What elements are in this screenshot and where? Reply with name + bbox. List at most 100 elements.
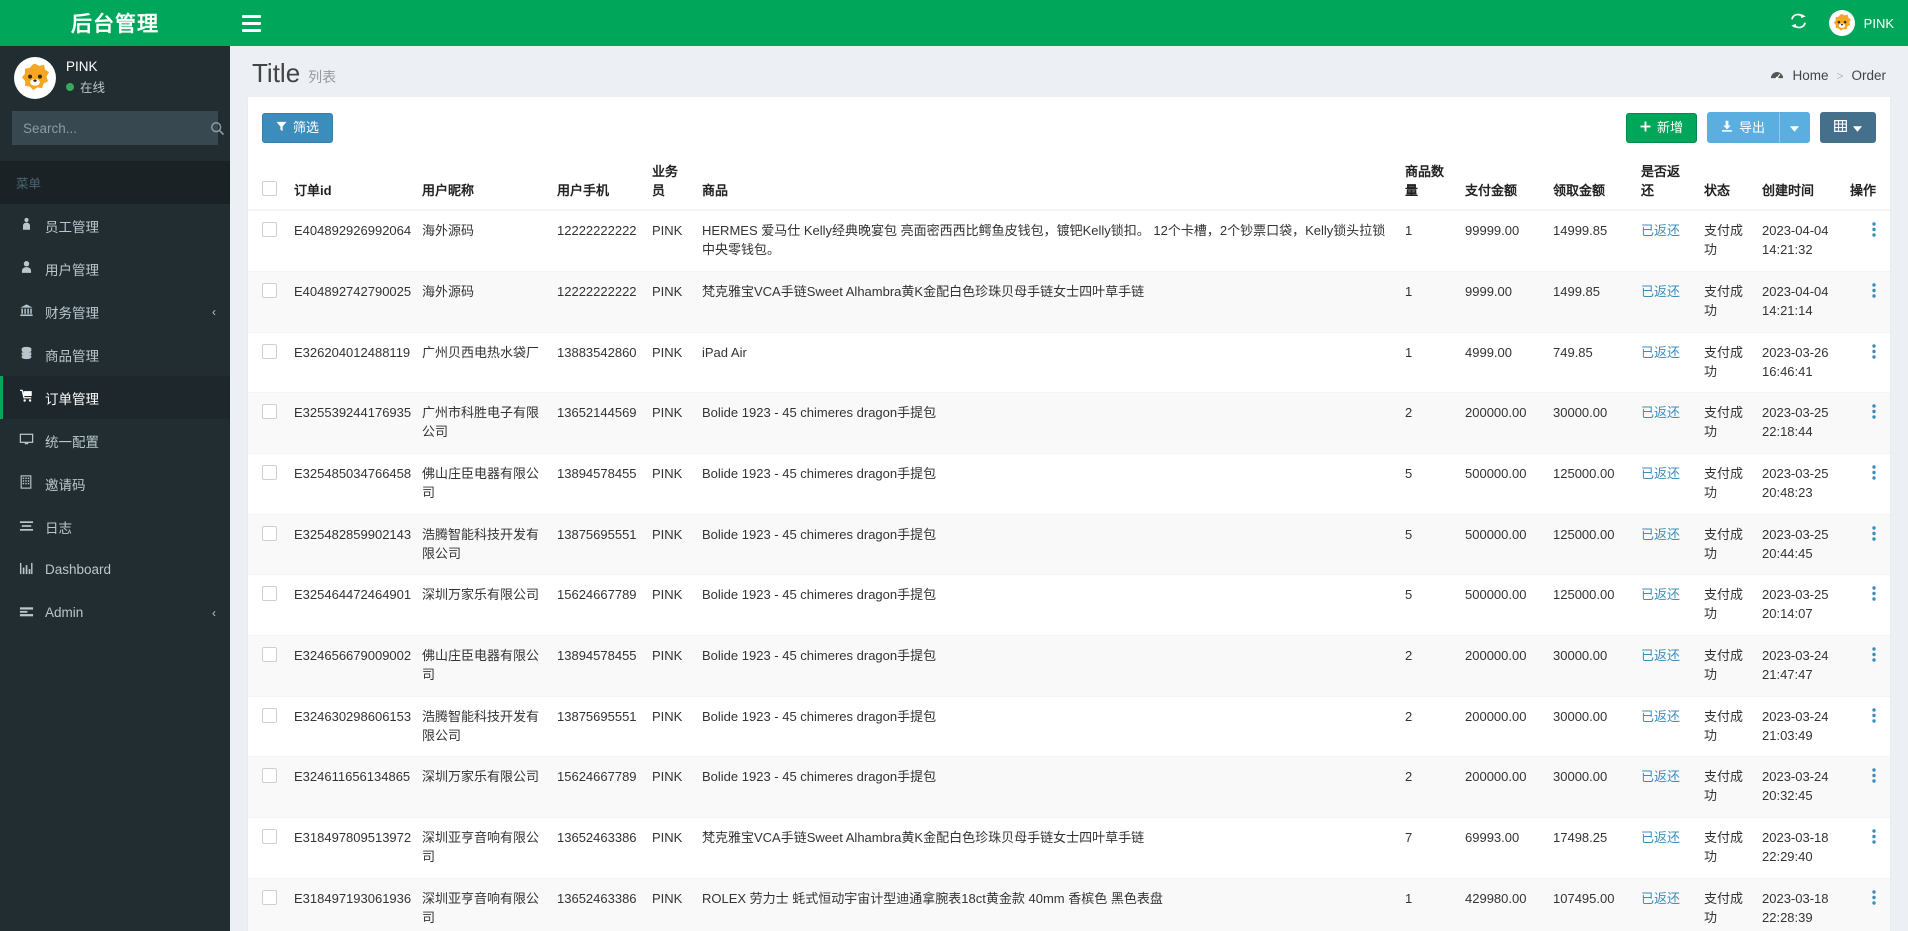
cell-quantity: 7 xyxy=(1399,817,1459,879)
breadcrumb: Home > Order xyxy=(1770,68,1886,87)
column-header-nickname[interactable]: 用户昵称 xyxy=(416,151,551,212)
row-checkbox[interactable] xyxy=(262,222,277,238)
sidebar-item-config[interactable]: 统一配置 xyxy=(0,419,230,462)
table-row[interactable]: E325539244176935 广州市科胜电子有限公司 13652144569 PI… xyxy=(248,392,1890,455)
download-icon xyxy=(1721,120,1733,135)
cell-quantity: 2 xyxy=(1399,635,1459,697)
row-actions-kebab-icon[interactable] xyxy=(1872,768,1876,787)
table-row[interactable]: E324630298606153 浩腾智能科技开发有限公司 13875695551 P… xyxy=(248,696,1890,758)
columns-toggle-button[interactable] xyxy=(1820,112,1876,144)
row-checkbox[interactable] xyxy=(262,647,277,663)
cell-sales: PINK xyxy=(646,635,696,697)
row-checkbox[interactable] xyxy=(262,829,277,845)
filter-button[interactable]: 筛选 xyxy=(262,112,334,143)
table-row[interactable]: E324611656134865 深圳万家乐有限公司 15624667789 PINK… xyxy=(248,756,1890,819)
row-actions-kebab-icon[interactable] xyxy=(1872,465,1876,484)
cell-goods: iPad Air xyxy=(696,332,1399,394)
table-row[interactable]: E325464472464901 深圳万家乐有限公司 15624667789 PINK… xyxy=(248,574,1890,637)
column-header-returned[interactable]: 是否返还 xyxy=(1635,151,1698,212)
row-actions-kebab-icon[interactable] xyxy=(1872,708,1876,727)
row-actions-kebab-icon[interactable] xyxy=(1872,222,1876,241)
breadcrumb-home-link[interactable]: Home xyxy=(1792,68,1828,83)
columns-caret-icon xyxy=(1853,121,1862,135)
row-checkbox[interactable] xyxy=(262,343,277,359)
row-checkbox[interactable] xyxy=(262,404,277,420)
returned-link[interactable]: 已返还 xyxy=(1641,345,1680,360)
table-row[interactable]: E325482859902143 浩腾智能科技开发有限公司 13875695551 P… xyxy=(248,514,1890,576)
row-actions-kebab-icon[interactable] xyxy=(1872,343,1876,363)
column-header-sales[interactable]: 业务员 xyxy=(646,151,696,212)
sidebar-item-dashboard[interactable]: Dashboard xyxy=(0,548,230,591)
cell-sales: PINK xyxy=(646,878,696,931)
add-button[interactable]: 新增 xyxy=(1625,112,1697,143)
returned-link[interactable]: 已返还 xyxy=(1641,527,1680,542)
column-header-pay-amount[interactable]: 支付金额 xyxy=(1459,151,1547,212)
row-actions-kebab-icon[interactable] xyxy=(1872,829,1876,848)
row-checkbox[interactable] xyxy=(262,707,277,723)
returned-link[interactable]: 已返还 xyxy=(1641,587,1680,602)
returned-link[interactable]: 已返还 xyxy=(1641,284,1680,299)
sidebar-item-log[interactable]: 日志 xyxy=(0,505,230,548)
row-checkbox[interactable] xyxy=(262,525,277,541)
sidebar-item-user[interactable]: 用户管理 xyxy=(0,247,230,290)
app-logo-title[interactable]: 后台管理 xyxy=(0,0,230,46)
hamburger-icon[interactable] xyxy=(242,10,268,36)
row-checkbox[interactable] xyxy=(262,282,277,298)
cell-returned: 已返还 xyxy=(1635,210,1698,272)
returned-link[interactable]: 已返还 xyxy=(1641,405,1680,420)
returned-link[interactable]: 已返还 xyxy=(1641,769,1680,784)
column-header-goods[interactable]: 商品 xyxy=(696,151,1399,212)
orders-table: 订单id 用户昵称 用户手机 业务员 商品 商品数量 支付金额 领取金额 是否返… xyxy=(248,151,1890,931)
search-box[interactable] xyxy=(12,111,225,145)
returned-link[interactable]: 已返还 xyxy=(1641,709,1680,724)
table-row[interactable]: E318497809513972 深圳亚亨音响有限公司 13652463386 PIN… xyxy=(248,817,1890,879)
sidebar-item-employee[interactable]: 员工管理 xyxy=(0,204,230,247)
table-row[interactable]: E326204012488119 广州贝西电热水袋厂 13883542860 PINK… xyxy=(248,332,1890,394)
row-actions-kebab-icon[interactable] xyxy=(1872,586,1876,605)
row-checkbox[interactable] xyxy=(262,586,277,602)
column-header-received-amount[interactable]: 领取金额 xyxy=(1547,151,1635,212)
row-checkbox[interactable] xyxy=(262,889,277,905)
search-button[interactable] xyxy=(210,112,225,144)
column-header-phone[interactable]: 用户手机 xyxy=(551,151,646,212)
row-actions-kebab-icon[interactable] xyxy=(1872,404,1876,423)
refresh-icon[interactable] xyxy=(1790,13,1807,34)
sidebar-item-goods[interactable]: 商品管理 xyxy=(0,333,230,376)
export-dropdown-button[interactable] xyxy=(1779,112,1810,144)
table-row[interactable]: E324656679009002 佛山庄臣电器有限公司 13894578455 PIN… xyxy=(248,635,1890,697)
sidebar-item-label: 商品管理 xyxy=(45,348,99,364)
returned-link[interactable]: 已返还 xyxy=(1641,648,1680,663)
sidebar-item-invite-code[interactable]: 邀请码 xyxy=(0,462,230,505)
column-header-order-id[interactable]: 订单id xyxy=(288,151,416,212)
sidebar-user-panel[interactable]: PINK 在线 xyxy=(0,46,230,109)
cell-quantity: 1 xyxy=(1399,271,1459,333)
sidebar-item-admin[interactable]: Admin ‹ xyxy=(0,591,230,634)
table-scroll-region[interactable]: 订单id 用户昵称 用户手机 业务员 商品 商品数量 支付金额 领取金额 是否返… xyxy=(248,151,1890,931)
table-row[interactable]: E318497193061936 深圳亚亨音响有限公司 13652463386 PIN… xyxy=(248,878,1890,931)
sidebar-item-finance[interactable]: 财务管理 ‹ xyxy=(0,290,230,333)
cell-pay-amount: 200000.00 xyxy=(1459,756,1547,819)
returned-link[interactable]: 已返还 xyxy=(1641,830,1680,845)
column-header-quantity[interactable]: 商品数量 xyxy=(1399,151,1459,212)
returned-link[interactable]: 已返还 xyxy=(1641,891,1680,906)
row-checkbox[interactable] xyxy=(262,465,277,481)
column-header-status[interactable]: 状态 xyxy=(1698,151,1756,212)
table-row[interactable]: E325485034766458 佛山庄臣电器有限公司 13894578455 PIN… xyxy=(248,453,1890,515)
topbar-user-menu[interactable]: PINK xyxy=(1828,10,1894,36)
row-actions-kebab-icon[interactable] xyxy=(1872,283,1876,302)
row-actions-kebab-icon[interactable] xyxy=(1872,890,1876,909)
cell-nickname: 浩腾智能科技开发有限公司 xyxy=(416,696,551,758)
returned-link[interactable]: 已返还 xyxy=(1641,466,1680,481)
row-checkbox[interactable] xyxy=(262,768,277,784)
select-all-checkbox[interactable] xyxy=(262,181,277,197)
export-button[interactable]: 导出 xyxy=(1706,112,1779,144)
search-input[interactable] xyxy=(13,120,210,136)
sidebar-item-order[interactable]: 订单管理 xyxy=(0,376,230,419)
row-actions-kebab-icon[interactable] xyxy=(1872,647,1876,666)
column-header-created-time[interactable]: 创建时间 xyxy=(1756,151,1844,212)
returned-link[interactable]: 已返还 xyxy=(1641,223,1680,238)
table-row[interactable]: E404892926992064 海外源码 12222222222 PINK HERME… xyxy=(248,210,1890,272)
row-actions-kebab-icon[interactable] xyxy=(1872,526,1876,545)
table-row[interactable]: E404892742790025 海外源码 12222222222 PINK 梵克雅宝V… xyxy=(248,271,1890,333)
cell-phone: 13894578455 xyxy=(551,453,646,515)
